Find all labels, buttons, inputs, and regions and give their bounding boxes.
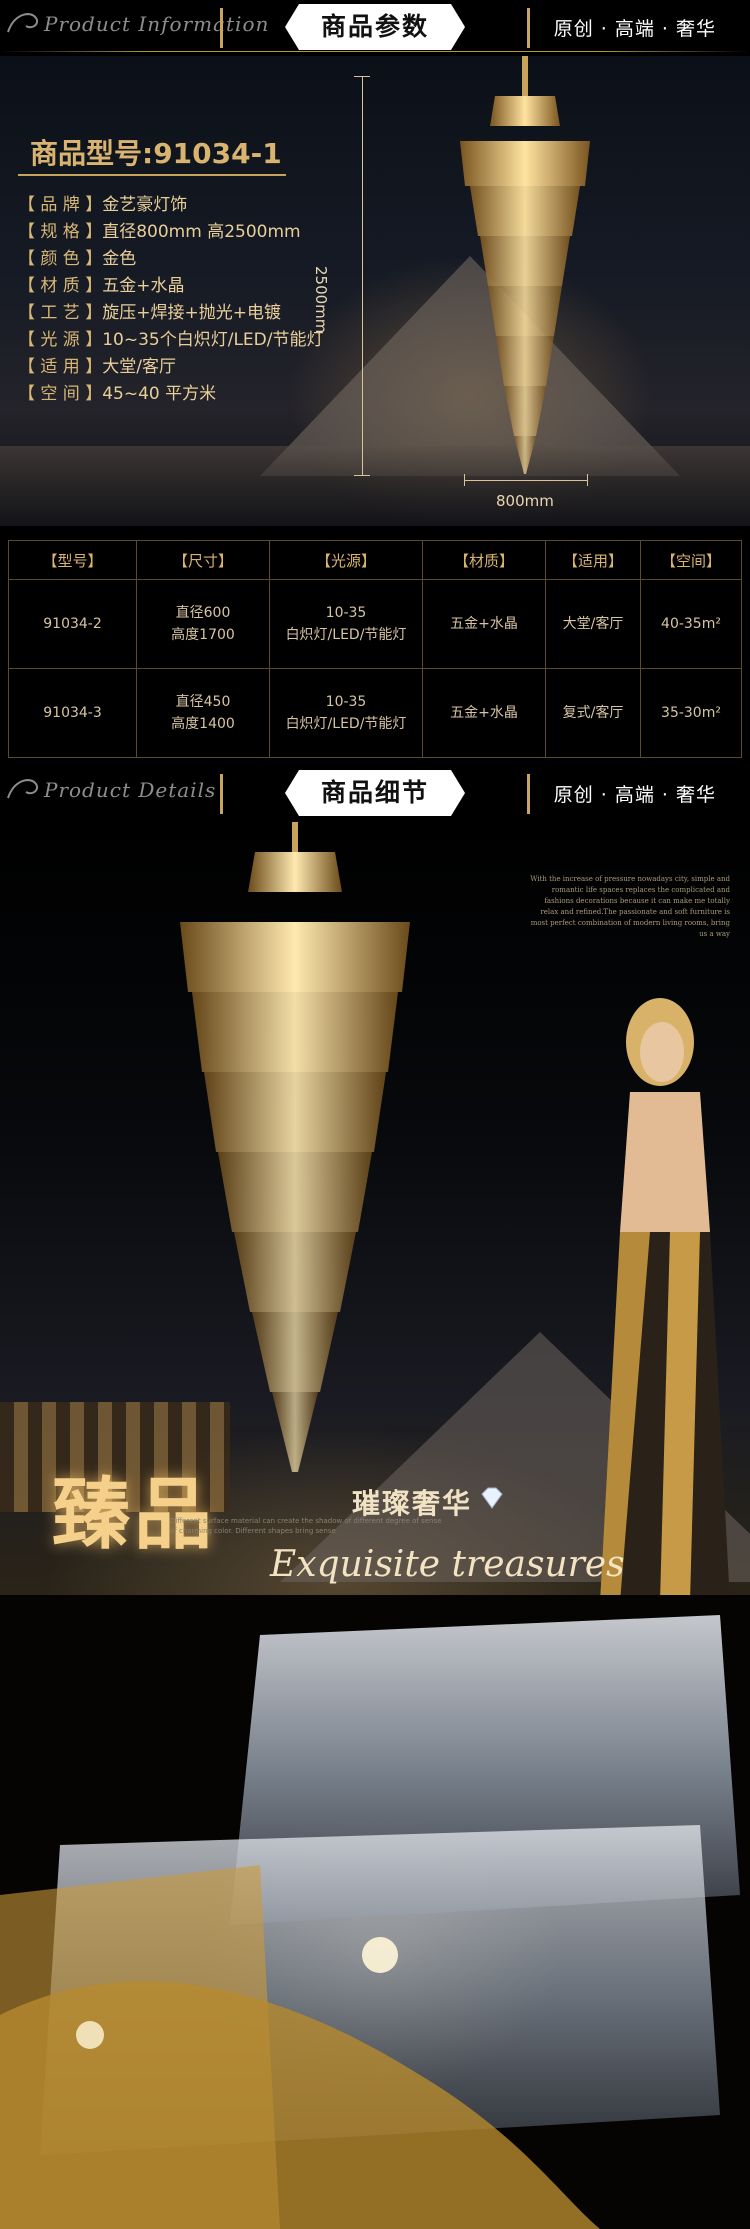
model-woman-image xyxy=(600,998,730,1595)
header-bracket-right xyxy=(527,8,530,48)
width-dimension-label: 800mm xyxy=(496,492,554,510)
col-header-space: 【空间】 xyxy=(640,540,742,580)
chandelier-image xyxy=(460,56,590,474)
detail-big-title: 臻品 xyxy=(52,1469,217,1560)
width-dimension-line xyxy=(464,474,588,486)
cell-size-height: 高度1700 xyxy=(171,627,235,643)
detail-section: With the increase of pressure nowadays c… xyxy=(0,822,750,1595)
water-reflection xyxy=(0,446,750,526)
spec-row: 【 规 格 】直径800mm 高2500mm xyxy=(18,219,323,246)
height-dimension-label: 2500mm xyxy=(312,266,330,334)
col-header-model: 【型号】 xyxy=(8,540,137,580)
variants-table: 【型号】 【尺寸】 【光源】 【材质】 【适用】 【空间】 91034-2 直径… xyxy=(8,540,742,758)
spec-row: 【 工 艺 】旋压+焊接+抛光+电镀 xyxy=(18,300,323,327)
cell-material: 五金+水晶 xyxy=(422,579,546,669)
table-row: 91034-2 直径600 高度1700 10-35 白炽灯/LED/节能灯 五金+… xyxy=(8,579,742,669)
spec-value: 45~40 平方米 xyxy=(102,384,217,404)
product-info-header: Product Information 商品参数 原创 · 高端 · 奢华 xyxy=(0,0,750,56)
detail-small-text: Different surface material can create th… xyxy=(170,1517,442,1535)
header-english-title: Product Details xyxy=(44,778,217,802)
spec-value: 金艺豪灯饰 xyxy=(102,195,188,215)
header-bracket-left xyxy=(220,774,223,814)
spec-value: 五金+水晶 xyxy=(102,276,185,296)
crystal-closeup-image xyxy=(0,1615,740,2229)
cell-space: 40-35m² xyxy=(640,579,742,669)
header-english-title: Product Information xyxy=(44,12,270,36)
height-dimension-line xyxy=(354,76,370,476)
spec-value: 直径800mm 高2500mm xyxy=(102,222,301,242)
spec-value: 旋压+焊接+抛光+电镀 xyxy=(102,303,281,323)
diamond-icon xyxy=(481,1487,503,1509)
cell-light-count: 10-35 xyxy=(325,694,367,710)
header-slogan: 原创 · 高端 · 奢华 xyxy=(553,784,716,806)
col-header-light: 【光源】 xyxy=(269,540,423,580)
spec-key: 【 适 用 】 xyxy=(18,357,103,377)
spec-value: 金色 xyxy=(102,249,137,269)
cell-size: 直径600 高度1700 xyxy=(136,579,270,669)
spec-row: 【 空 间 】45~40 平方米 xyxy=(18,381,323,408)
model-underline xyxy=(18,174,286,176)
cell-model: 91034-2 xyxy=(8,579,137,669)
header-tag-label: 商品细节 xyxy=(320,778,429,807)
spec-key: 【 工 艺 】 xyxy=(18,303,103,323)
spec-row: 【 颜 色 】金色 xyxy=(18,246,323,273)
product-page: Product Information 商品参数 原创 · 高端 · 奢华 商品… xyxy=(0,0,750,2229)
model-number: 商品型号:91034-1 xyxy=(30,137,282,170)
table-header-row: 【型号】 【尺寸】 【光源】 【材质】 【适用】 【空间】 xyxy=(8,540,742,580)
spec-row: 【 材 质 】五金+水晶 xyxy=(18,273,323,300)
product-details-header: Product Details 商品细节 原创 · 高端 · 奢华 xyxy=(0,766,750,822)
chandelier-image xyxy=(180,822,410,1472)
cell-use: 复式/客厅 xyxy=(545,668,641,758)
header-tag-label: 商品参数 xyxy=(320,12,429,41)
header-tag: 商品参数 xyxy=(285,4,465,50)
cell-light-type: 白炽灯/LED/节能灯 xyxy=(285,627,407,643)
header-bracket-right xyxy=(527,774,530,814)
spec-value: 大堂/客厅 xyxy=(102,357,176,377)
spec-list: 【 品 牌 】金艺豪灯饰 【 规 格 】直径800mm 高2500mm 【 颜 … xyxy=(18,192,323,408)
cell-light: 10-35 白炽灯/LED/节能灯 xyxy=(269,668,423,758)
product-panel: 商品型号:91034-1 【 品 牌 】金艺豪灯饰 【 规 格 】直径800mm… xyxy=(0,56,750,526)
cell-light-count: 10-35 xyxy=(325,605,367,621)
col-header-size: 【尺寸】 xyxy=(136,540,270,580)
detail-paragraph: With the increase of pressure nowadays c… xyxy=(530,875,730,938)
spec-row: 【 品 牌 】金艺豪灯饰 xyxy=(18,192,323,219)
spec-row: 【 适 用 】大堂/客厅 xyxy=(18,354,323,381)
header-tag: 商品细节 xyxy=(285,770,465,816)
cell-size-height: 高度1400 xyxy=(171,716,235,732)
col-header-material: 【材质】 xyxy=(422,540,546,580)
spec-key: 【 材 质 】 xyxy=(18,276,103,296)
header-bracket-left xyxy=(220,8,223,48)
spec-value: 10~35个白炽灯/LED/节能灯 xyxy=(102,330,324,350)
spec-key: 【 规 格 】 xyxy=(18,222,103,242)
header-slogan: 原创 · 高端 · 奢华 xyxy=(553,18,716,40)
detail-subtitle-en: Exquisite treasures xyxy=(270,1544,625,1585)
col-header-use: 【适用】 xyxy=(545,540,641,580)
cell-space: 35-30m² xyxy=(640,668,742,758)
cell-light-type: 白炽灯/LED/节能灯 xyxy=(285,716,407,732)
header-rule xyxy=(0,51,750,52)
spec-key: 【 光 源 】 xyxy=(18,330,103,350)
spec-row: 【 光 源 】10~35个白炽灯/LED/节能灯 xyxy=(18,327,323,354)
spec-key: 【 品 牌 】 xyxy=(18,195,103,215)
cell-material: 五金+水晶 xyxy=(422,668,546,758)
table-row: 91034-3 直径450 高度1400 10-35 白炽灯/LED/节能灯 五金+… xyxy=(8,668,742,758)
spec-key: 【 颜 色 】 xyxy=(18,249,103,269)
cell-light: 10-35 白炽灯/LED/节能灯 xyxy=(269,579,423,669)
ornament-swirl-icon xyxy=(7,779,38,799)
cell-use: 大堂/客厅 xyxy=(545,579,641,669)
cell-model: 91034-3 xyxy=(8,668,137,758)
cell-size-diameter: 直径600 xyxy=(175,605,231,621)
cell-size-diameter: 直径450 xyxy=(175,694,231,710)
chandelier-closeup xyxy=(0,1595,750,2229)
cell-size: 直径450 高度1400 xyxy=(136,668,270,758)
ornament-swirl-icon xyxy=(7,13,38,33)
spec-key: 【 空 间 】 xyxy=(18,384,103,404)
